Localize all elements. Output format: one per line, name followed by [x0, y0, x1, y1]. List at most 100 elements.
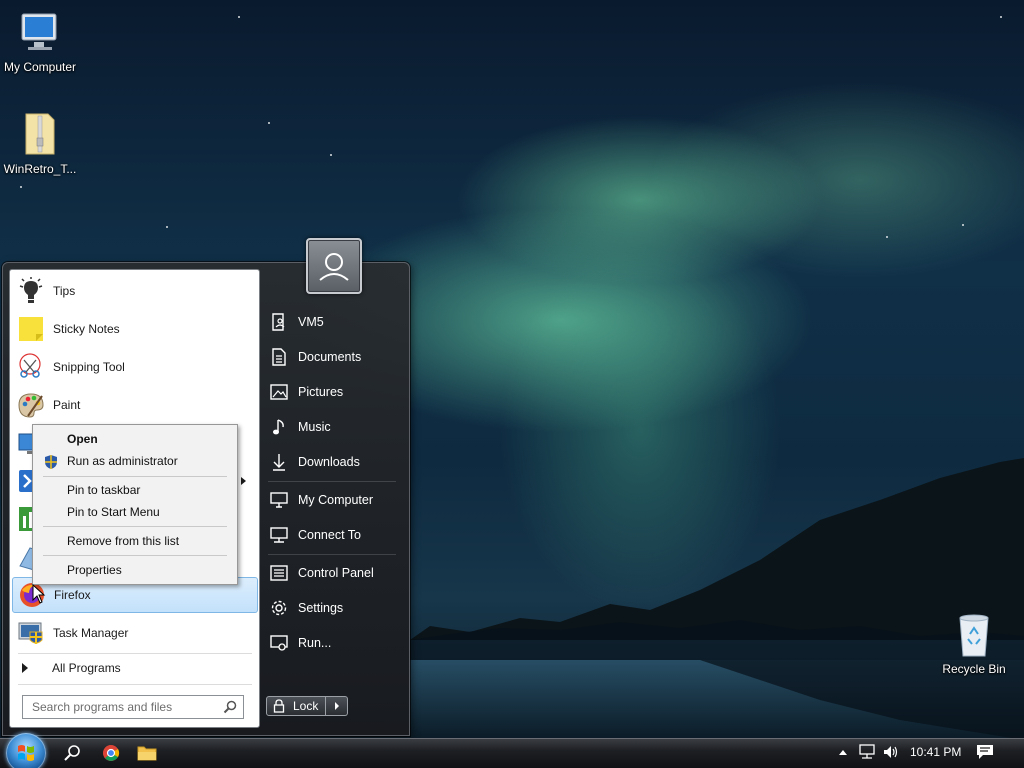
document-icon — [270, 348, 288, 366]
lock-icon — [273, 699, 285, 713]
start-right-item-vm5[interactable]: VM5 — [266, 306, 398, 338]
context-menu-separator — [43, 526, 227, 527]
taskbar-search-button[interactable] — [60, 742, 84, 764]
submenu-arrow-icon — [241, 477, 246, 485]
search-input[interactable]: Search programs and files — [22, 695, 244, 719]
context-menu-properties[interactable]: Properties — [67, 563, 122, 577]
search-icon[interactable] — [223, 700, 237, 717]
program-label: Tips — [53, 284, 76, 298]
chevron-right-icon — [334, 702, 339, 710]
desktop-icon-my-computer[interactable]: My Computer — [0, 8, 80, 74]
control-panel-icon — [270, 564, 288, 582]
taskbar-chrome-button[interactable] — [99, 742, 123, 764]
user-icon — [319, 253, 349, 281]
sticky-notes-icon — [16, 314, 46, 344]
start-right-item-settings[interactable]: Settings — [266, 592, 398, 624]
picture-icon — [270, 383, 288, 401]
download-arrow-icon — [270, 453, 288, 471]
desktop-icon-label: Recycle Bin — [942, 662, 1006, 676]
program-label: Task Manager — [53, 626, 129, 640]
start-right-item-pictures[interactable]: Pictures — [266, 376, 398, 408]
right-divider — [268, 554, 396, 555]
start-right-item-label: Downloads — [298, 455, 360, 469]
clock-time[interactable]: 10:41 PM — [910, 745, 961, 759]
context-menu-separator — [43, 476, 227, 477]
search-icon — [64, 745, 80, 761]
star — [238, 16, 240, 18]
recycle-bin-icon — [950, 612, 998, 658]
start-right-item-label: Control Panel — [298, 566, 374, 580]
triangle-right-icon — [22, 663, 28, 673]
program-label: Firefox — [54, 588, 91, 602]
gear-icon — [270, 599, 288, 617]
context-menu: Open Run as administrator Pin to taskbar… — [32, 424, 238, 585]
run-icon — [270, 634, 288, 652]
network-icon — [270, 526, 288, 544]
program-label: Sticky Notes — [53, 322, 120, 336]
lock-button[interactable]: Lock — [266, 696, 326, 716]
start-button[interactable] — [6, 733, 46, 768]
windows-logo-icon — [18, 745, 34, 761]
lock-label: Lock — [293, 699, 319, 713]
folder-zip-icon — [16, 110, 64, 158]
context-menu-run-as-admin[interactable]: Run as administrator — [67, 454, 178, 468]
volume-icon[interactable] — [882, 744, 900, 760]
start-right-item-documents[interactable]: Documents — [266, 341, 398, 373]
action-center-icon[interactable] — [976, 744, 994, 760]
desktop-icon-winretro[interactable]: WinRetro_T... — [0, 110, 80, 176]
program-label: Snipping Tool — [53, 360, 125, 374]
network-icon[interactable] — [858, 744, 876, 760]
context-menu-pin-start[interactable]: Pin to Start Menu — [67, 505, 160, 519]
start-right-item-label: Music — [298, 420, 331, 434]
user-folder-icon — [270, 313, 288, 331]
star — [166, 226, 168, 228]
desktop-icon-recycle-bin[interactable]: Recycle Bin — [934, 612, 1014, 676]
all-programs-label: All Programs — [52, 661, 121, 675]
task-manager-icon — [16, 618, 46, 648]
desktop-icon-label: WinRetro_T... — [3, 162, 77, 176]
start-right-item-label: Settings — [298, 601, 344, 615]
uac-shield-icon — [45, 455, 57, 469]
star — [962, 224, 964, 226]
start-right-item-label: Documents — [298, 350, 362, 364]
context-menu-pin-taskbar[interactable]: Pin to taskbar — [67, 483, 140, 497]
shutdown-options-button[interactable] — [326, 696, 348, 716]
star — [268, 122, 270, 124]
star — [330, 154, 332, 156]
desktop-icon-label: My Computer — [3, 60, 77, 74]
taskbar-explorer-button[interactable] — [135, 742, 159, 764]
program-item-task-manager[interactable]: Task Manager — [12, 615, 258, 651]
music-note-icon — [270, 418, 288, 436]
lightbulb-icon — [16, 276, 46, 306]
chrome-icon — [103, 745, 120, 761]
context-menu-remove[interactable]: Remove from this list — [67, 534, 179, 548]
start-right-item-music[interactable]: Music — [266, 411, 398, 443]
search-divider — [18, 684, 252, 685]
start-right-item-connect-to[interactable]: Connect To — [266, 519, 398, 551]
program-item-sticky-notes[interactable]: Sticky Notes — [12, 311, 258, 347]
search-placeholder: Search programs and files — [32, 700, 173, 714]
start-right-item-label: Connect To — [298, 528, 362, 542]
start-right-item-label: VM5 — [298, 315, 324, 329]
star — [886, 236, 888, 238]
start-right-item-label: Run... — [298, 636, 332, 650]
start-right-item-control-panel[interactable]: Control Panel — [266, 557, 398, 589]
paint-palette-icon — [16, 390, 46, 420]
program-item-paint[interactable]: Paint — [12, 387, 258, 423]
user-avatar[interactable] — [306, 238, 362, 294]
star — [20, 186, 22, 188]
computer-icon — [270, 491, 288, 509]
all-programs-button[interactable]: All Programs — [12, 654, 258, 682]
start-right-item-my-computer[interactable]: My Computer — [266, 484, 398, 516]
start-right-item-run[interactable]: Run... — [266, 627, 398, 659]
start-right-item-label: Pictures — [298, 385, 344, 399]
computer-icon — [16, 8, 64, 56]
context-menu-open[interactable]: Open — [67, 432, 98, 446]
right-divider — [268, 481, 396, 482]
program-item-snipping-tool[interactable]: Snipping Tool — [12, 349, 258, 385]
start-right-item-downloads[interactable]: Downloads — [266, 446, 398, 478]
folder-icon — [137, 746, 157, 761]
show-hidden-icons-icon[interactable] — [838, 748, 848, 756]
scissors-icon — [16, 352, 46, 382]
program-item-tips[interactable]: Tips — [12, 273, 258, 309]
